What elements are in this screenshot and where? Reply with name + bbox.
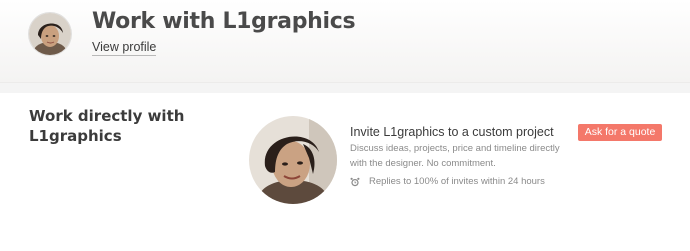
- ask-for-quote-button[interactable]: Ask for a quote: [578, 124, 662, 141]
- page-title: Work with L1graphics: [92, 9, 356, 34]
- invite-description: Discuss ideas, projects, price and timel…: [350, 143, 560, 169]
- section-divider: [0, 83, 690, 93]
- replies-text: Replies to 100% of invites within 24 hou…: [369, 176, 545, 187]
- profile-header: Work with L1graphics View profile: [0, 0, 690, 83]
- section-heading: Work directly with L1graphics: [29, 107, 185, 145]
- designer-avatar: [249, 116, 337, 204]
- invite-title: Invite L1graphics to a custom project: [350, 125, 554, 139]
- view-profile-link[interactable]: View profile: [92, 40, 157, 56]
- alarm-clock-icon: [350, 177, 360, 187]
- avatar[interactable]: [29, 13, 71, 55]
- replies-info: Replies to 100% of invites within 24 hou…: [350, 176, 545, 187]
